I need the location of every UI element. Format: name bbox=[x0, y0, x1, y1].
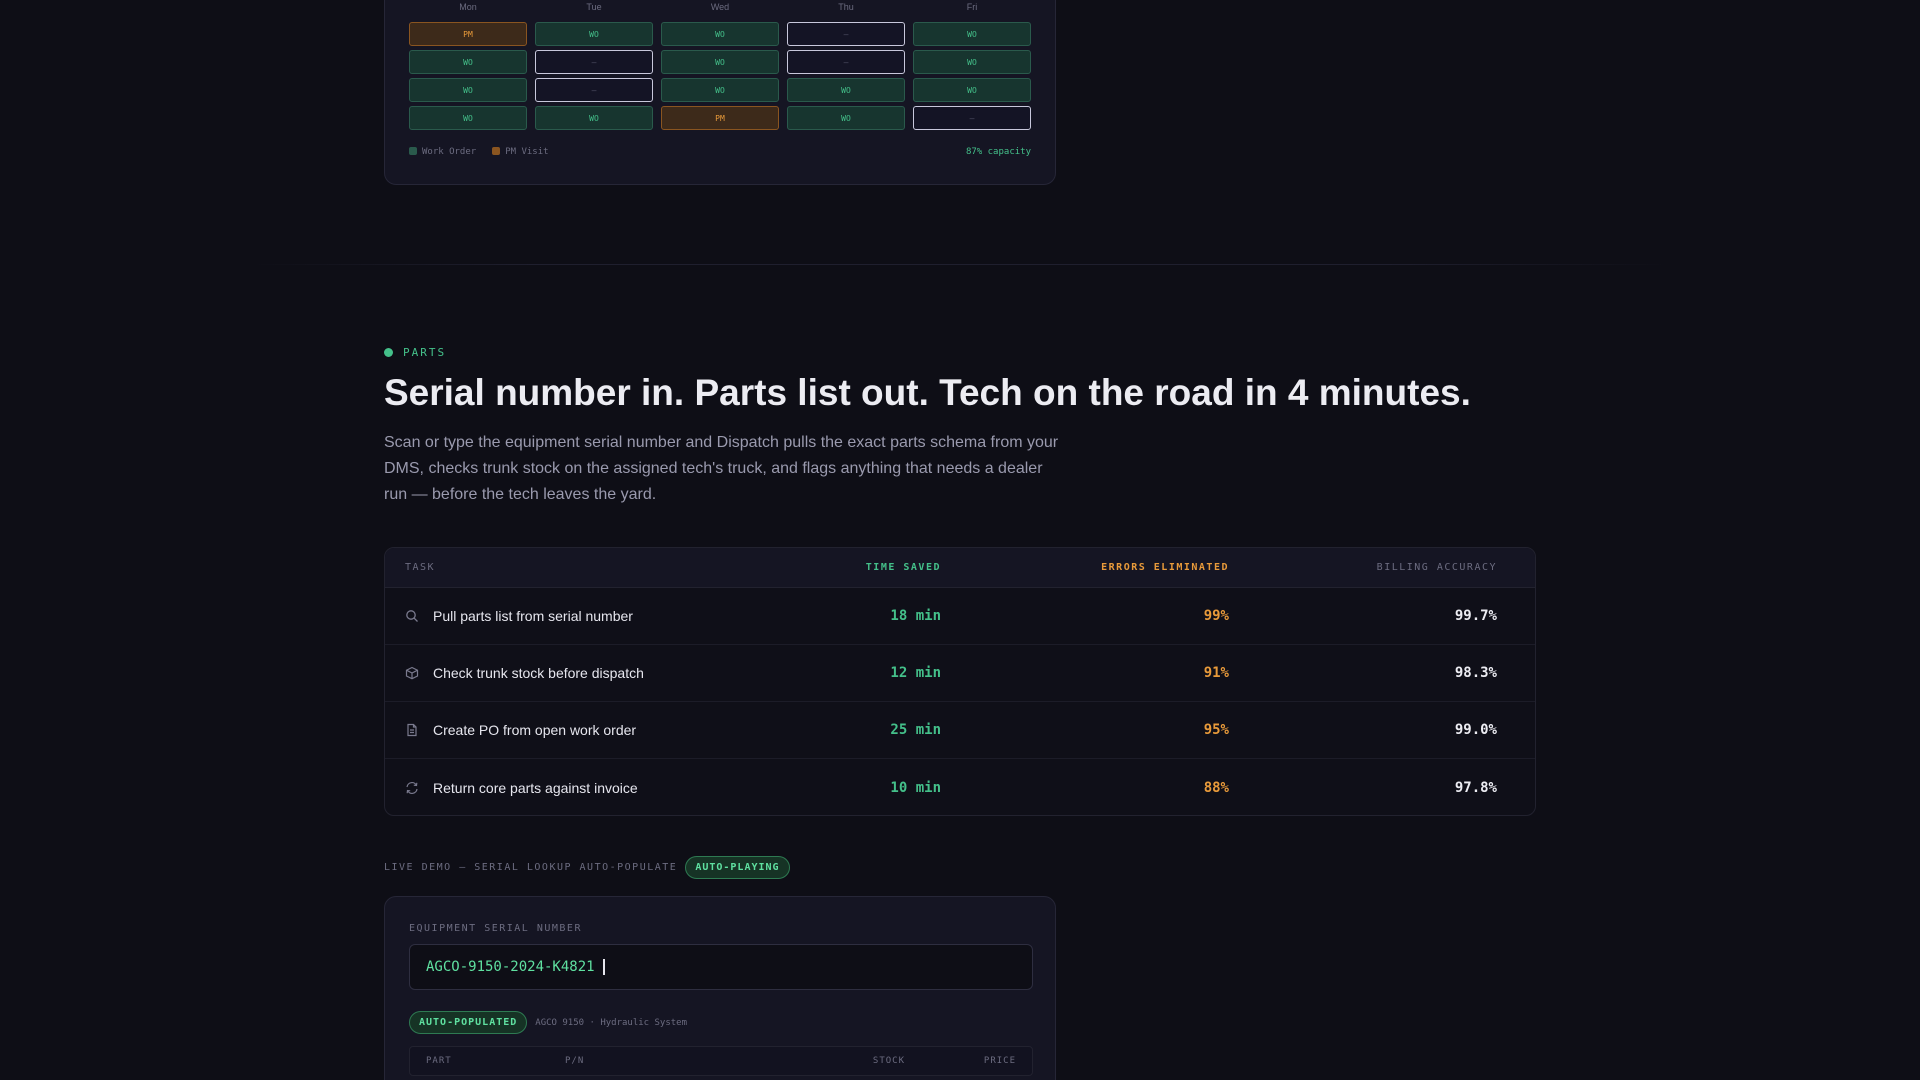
table-row: Create PO from open work order 25 min 95… bbox=[385, 702, 1535, 759]
text-caret bbox=[602, 959, 605, 975]
col-header-price: PRICE bbox=[983, 1056, 1016, 1066]
box-icon bbox=[405, 666, 419, 680]
section-eyebrow: PARTS bbox=[384, 346, 446, 359]
schedule-day-headers: Mon Tue Wed Thu Fri bbox=[409, 2, 1033, 12]
table-header: TASK TIME SAVED ERRORS ELIMINATED BILLIN… bbox=[385, 548, 1535, 588]
schedule-slot-wo[interactable]: WO bbox=[661, 22, 779, 46]
errors-eliminated-value: 91% bbox=[1203, 665, 1229, 681]
schedule-slot-empty[interactable]: — bbox=[535, 50, 653, 74]
table-row: Pull parts list from serial number 18 mi… bbox=[385, 588, 1535, 645]
col-header-billing: BILLING ACCURACY bbox=[1376, 562, 1497, 573]
schedule-slot-wo[interactable]: WO bbox=[535, 22, 653, 46]
legend-pm-visit: PM Visit bbox=[492, 147, 549, 157]
billing-accuracy-value: 99.7% bbox=[1454, 608, 1497, 624]
parts-table-header: PART P/N STOCK PRICE bbox=[409, 1046, 1033, 1076]
day-header: Fri bbox=[966, 2, 978, 12]
schedule-slot-empty[interactable]: — bbox=[913, 106, 1031, 130]
demo-label-text: LIVE DEMO — SERIAL LOOKUP AUTO-POPULATE bbox=[384, 862, 678, 873]
col-header-pn: P/N bbox=[565, 1056, 585, 1066]
legend-label: PM Visit bbox=[505, 147, 549, 157]
auto-populated-row: AUTO-POPULATED AGCO 9150 · Hydraulic Sys… bbox=[409, 1011, 687, 1034]
serial-field-label: EQUIPMENT SERIAL NUMBER bbox=[409, 923, 582, 934]
billing-accuracy-value: 97.8% bbox=[1454, 779, 1497, 796]
table-row: Return core parts against invoice 10 min… bbox=[385, 759, 1535, 815]
status-dot-icon bbox=[384, 348, 393, 357]
col-header-part: PART bbox=[426, 1056, 452, 1066]
eyebrow-label: PARTS bbox=[403, 346, 447, 359]
task-label: Create PO from open work order bbox=[433, 722, 637, 738]
refresh-icon bbox=[405, 781, 419, 795]
task-label: Pull parts list from serial number bbox=[433, 608, 633, 624]
schedule-slot-wo[interactable]: WO bbox=[661, 78, 779, 102]
section-description: Scan or type the equipment serial number… bbox=[384, 434, 1059, 503]
schedule-slot-wo[interactable]: WO bbox=[787, 106, 905, 130]
errors-eliminated-value: 95% bbox=[1203, 722, 1229, 738]
schedule-legend: Work Order PM Visit bbox=[409, 147, 549, 157]
schedule-slot-pm[interactable]: PM bbox=[661, 106, 779, 130]
capacity-indicator: 87% capacity bbox=[965, 147, 1031, 157]
section-headline: Serial number in. Parts list out. Tech o… bbox=[384, 372, 1471, 413]
savings-table: TASK TIME SAVED ERRORS ELIMINATED BILLIN… bbox=[384, 547, 1536, 816]
day-header: Thu bbox=[838, 2, 854, 12]
day-header: Wed bbox=[710, 2, 730, 12]
day-header: Tue bbox=[586, 2, 602, 12]
serial-number-value: AGCO-9150-2024-K4821 bbox=[426, 959, 595, 975]
errors-eliminated-value: 88% bbox=[1203, 779, 1229, 796]
schedule-slot-wo[interactable]: WO bbox=[409, 50, 527, 74]
billing-accuracy-value: 98.3% bbox=[1454, 665, 1497, 681]
col-header-stock: STOCK bbox=[872, 1056, 905, 1066]
time-saved-value: 25 min bbox=[890, 722, 941, 738]
schedule-card: Mon Tue Wed Thu Fri PM WO WO — WO WO — WO — WO WO —… bbox=[384, 0, 1056, 185]
schedule-slot-wo[interactable]: WO bbox=[535, 106, 653, 130]
search-icon bbox=[405, 609, 419, 623]
legend-label: Work Order bbox=[422, 147, 477, 157]
schedule-slot-wo[interactable]: WO bbox=[409, 106, 527, 130]
billing-accuracy-value: 99.0% bbox=[1454, 722, 1497, 738]
schedule-slot-wo[interactable]: WO bbox=[787, 78, 905, 102]
time-saved-value: 18 min bbox=[890, 608, 941, 624]
task-label: Return core parts against invoice bbox=[433, 779, 638, 796]
errors-eliminated-value: 99% bbox=[1203, 608, 1229, 624]
task-label: Check trunk stock before dispatch bbox=[433, 665, 644, 681]
schedule-slot-empty[interactable]: — bbox=[787, 50, 905, 74]
equipment-meta: AGCO 9150 · Hydraulic System bbox=[535, 1017, 688, 1028]
section-divider bbox=[250, 264, 1670, 265]
document-icon bbox=[405, 723, 419, 737]
schedule-slot-empty[interactable]: — bbox=[787, 22, 905, 46]
legend-work-order: Work Order bbox=[409, 147, 476, 157]
auto-playing-badge: AUTO-PLAYING bbox=[685, 856, 790, 879]
schedule-slot-wo[interactable]: WO bbox=[913, 50, 1031, 74]
schedule-grid: PM WO WO — WO WO — WO — WO WO — WO WO WO WO WO PM WO — bbox=[409, 22, 1033, 130]
table-row: Check trunk stock before dispatch 12 min… bbox=[385, 645, 1535, 702]
day-header: Mon bbox=[459, 2, 477, 12]
col-header-time-saved: TIME SAVED bbox=[865, 562, 941, 573]
schedule-slot-wo[interactable]: WO bbox=[661, 50, 779, 74]
schedule-slot-pm[interactable]: PM bbox=[409, 22, 527, 46]
demo-card: EQUIPMENT SERIAL NUMBER AGCO-9150-2024-K… bbox=[384, 896, 1056, 1080]
auto-populated-badge: AUTO-POPULATED bbox=[409, 1011, 528, 1034]
schedule-slot-wo[interactable]: WO bbox=[913, 78, 1031, 102]
col-header-errors: ERRORS ELIMINATED bbox=[1101, 562, 1229, 573]
time-saved-value: 12 min bbox=[890, 665, 941, 681]
time-saved-value: 10 min bbox=[890, 779, 941, 796]
col-header-task: TASK bbox=[405, 562, 436, 573]
serial-number-input[interactable]: AGCO-9150-2024-K4821 bbox=[409, 944, 1033, 990]
schedule-slot-wo[interactable]: WO bbox=[913, 22, 1031, 46]
schedule-slot-empty[interactable]: — bbox=[535, 78, 653, 102]
schedule-slot-wo[interactable]: WO bbox=[409, 78, 527, 102]
demo-label: LIVE DEMO — SERIAL LOOKUP AUTO-POPULATE … bbox=[384, 856, 790, 879]
